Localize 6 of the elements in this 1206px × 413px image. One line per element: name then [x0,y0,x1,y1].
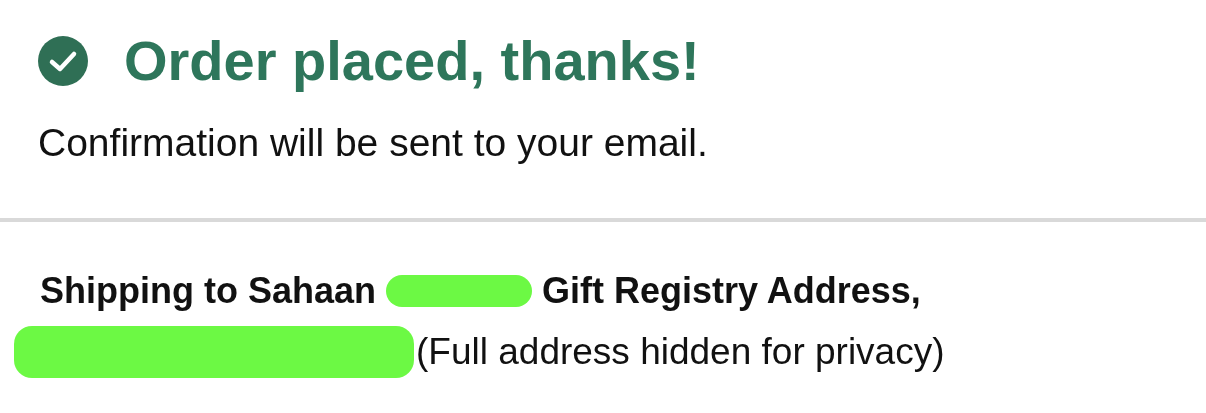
check-circle-icon [38,35,88,86]
address-privacy-note: (Full address hidden for privacy) [416,331,945,373]
confirmation-message: Confirmation will be sent to your email. [38,121,709,165]
order-confirmation-title: Order placed, thanks! [124,28,700,93]
shipping-recipient: Shipping to Sahaan [40,270,376,312]
shipping-address-label: Gift Registry Address, [542,270,921,312]
